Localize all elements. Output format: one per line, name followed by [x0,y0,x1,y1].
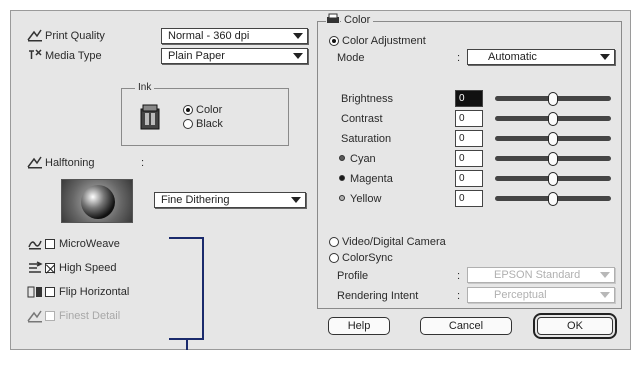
callout-line-top [169,237,203,239]
slider[interactable] [495,172,611,186]
rendering-intent-label: Rendering Intent [337,290,419,302]
halftoning-label: Halftoning [45,157,95,169]
rendering-intent-value: Perceptual [494,289,547,301]
slider-value-field[interactable]: 0 [455,110,483,127]
sphere-image [81,185,115,219]
cyan-dot-icon [339,155,345,161]
media-type-icon [29,49,42,59]
slider-label: Yellow [350,193,382,205]
chevron-down-icon [600,54,610,60]
halftoning-popup[interactable]: Fine Dithering [154,192,306,208]
finest-detail-icon [27,310,42,323]
magenta-dot-icon [339,175,345,181]
callout-line-stem [186,338,188,350]
microweave-checkbox[interactable] [45,239,55,249]
slider-thumb[interactable] [548,92,558,106]
advanced-dialog: Print Quality Normal - 360 dpi Media Typ… [10,10,631,350]
profile-label: Profile [337,270,369,282]
yellow-dot-icon [339,195,345,201]
high-speed-icon [29,261,43,273]
media-type-value: Plain Paper [168,50,225,62]
chevron-down-icon [600,292,610,298]
slider-thumb[interactable] [548,172,558,186]
video-digital-camera-label: Video/Digital Camera [342,236,446,248]
slider[interactable] [495,112,611,126]
slider[interactable] [495,92,611,106]
high-speed-label: High Speed [59,262,117,274]
ok-button[interactable]: OK [533,313,617,339]
slider[interactable] [495,192,611,206]
rendering-intent-popup[interactable]: Perceptual [467,287,615,303]
chevron-down-icon [600,272,610,278]
microweave-label: MicroWeave [59,238,120,250]
slider-value-field[interactable]: 0 [455,170,483,187]
video-digital-camera-radio[interactable] [329,237,339,247]
slider-thumb[interactable] [548,112,558,126]
flip-horizontal-checkbox[interactable] [45,287,55,297]
slider-thumb[interactable] [548,152,558,166]
profile-popup[interactable]: EPSON Standard [467,267,615,283]
slider-value-field[interactable]: 0 [455,190,483,207]
callout-line-vertical [202,237,204,340]
help-button[interactable]: Help [328,317,390,335]
slider-thumb[interactable] [548,132,558,146]
slider[interactable] [495,132,611,146]
slider-value-field[interactable]: 0 [455,130,483,147]
color-adjustment-label: Color Adjustment [342,35,426,47]
high-speed-checkbox[interactable] [45,263,55,273]
flip-horizontal-icon [27,286,42,298]
slider-label: Contrast [341,113,383,125]
mode-label: Mode [337,52,365,64]
cancel-button[interactable]: Cancel [420,317,512,335]
mode-value: Automatic [488,51,537,63]
slider[interactable] [495,152,611,166]
print-quality-popup[interactable]: Normal - 360 dpi [161,28,308,44]
slider-value-field[interactable]: 0 [455,90,483,107]
print-quality-value: Normal - 360 dpi [168,30,250,42]
halftoning-icon [27,156,42,169]
flip-horizontal-label: Flip Horizontal [59,286,130,298]
slider-label: Saturation [341,133,392,145]
slider-label: Magenta [350,173,393,185]
chevron-down-icon [293,33,303,39]
chevron-down-icon [293,53,303,59]
finest-detail-label: Finest Detail [59,310,121,322]
print-quality-icon [27,29,42,42]
halftoning-value: Fine Dithering [161,194,230,206]
microweave-icon [28,240,42,250]
ink-color-label: Color [196,104,223,116]
profile-value: EPSON Standard [494,269,581,281]
colorsync-radio[interactable] [329,253,339,263]
media-type-label: Media Type [45,50,102,62]
slider-label: Cyan [350,153,376,165]
finest-detail-checkbox[interactable] [45,311,55,321]
ink-color-radio[interactable] [183,105,193,115]
printer-icon [326,13,340,25]
slider-thumb[interactable] [548,192,558,206]
ink-cartridge-icon [140,104,160,130]
ink-group-label: Ink [135,81,155,95]
ink-black-label: Black [196,118,223,130]
color-adjustment-radio[interactable] [329,36,339,46]
color-group-title: Color [341,13,374,27]
slider-value-field[interactable]: 0 [455,150,483,167]
slider-label: Brightness [341,93,393,105]
mode-popup[interactable]: Automatic [467,49,615,65]
ink-black-radio[interactable] [183,119,193,129]
media-type-popup[interactable]: Plain Paper [161,48,308,64]
print-quality-label: Print Quality [45,30,105,42]
halftoning-preview [61,179,133,223]
chevron-down-icon [291,197,301,203]
colorsync-label: ColorSync [342,252,393,264]
